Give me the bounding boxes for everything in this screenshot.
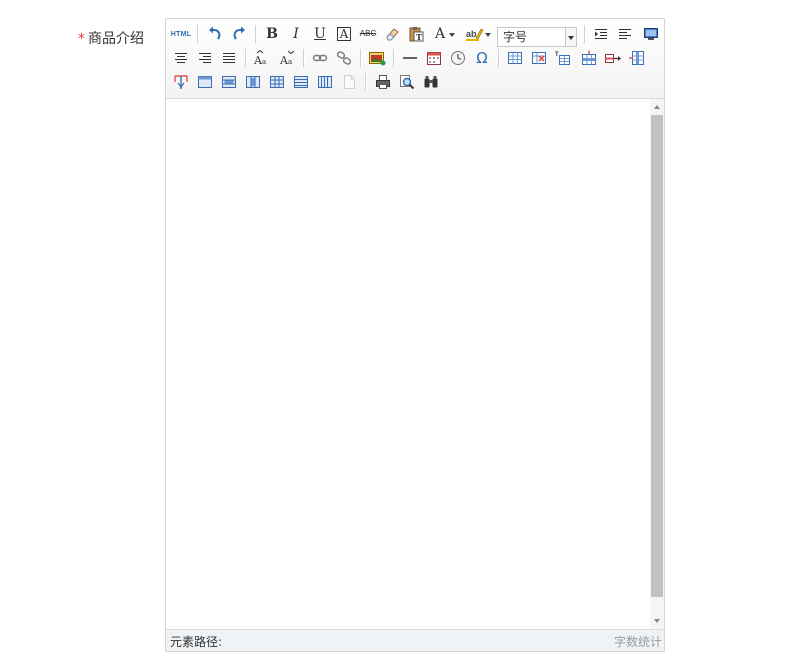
toolbar-row-1: HTML B I U A ABC T A ab 字号 — [166, 22, 664, 47]
svg-text:T: T — [555, 52, 559, 58]
field-label: * 商品介绍 — [78, 28, 144, 48]
align-center-icon[interactable] — [170, 47, 192, 69]
rich-text-editor: HTML B I U A ABC T A ab 字号 A a A a Ω T 元… — [165, 18, 665, 652]
print-icon[interactable] — [372, 71, 394, 93]
eraser-icon[interactable] — [381, 23, 403, 45]
font-size-value: 字号 — [503, 30, 528, 44]
font-size-dropdown-icon[interactable] — [565, 28, 576, 46]
svg-text:a: a — [288, 58, 292, 66]
find-binoculars-icon[interactable] — [420, 71, 442, 93]
font-color-glyph: A — [434, 26, 446, 42]
split-cells-icon[interactable] — [170, 71, 192, 93]
merge-cells-icon[interactable] — [194, 71, 216, 93]
paste-text-icon[interactable]: T — [405, 23, 427, 45]
insert-caption-icon[interactable]: T — [552, 47, 574, 69]
toolbar-row-3 — [166, 70, 664, 94]
template-icon[interactable] — [338, 71, 360, 93]
svg-text:T: T — [416, 32, 422, 42]
bold-glyph: B — [266, 26, 278, 42]
insert-table-icon[interactable] — [504, 47, 526, 69]
insert-col-icon[interactable] — [626, 47, 648, 69]
scroll-thumb[interactable] — [651, 115, 663, 597]
svg-text:a: a — [262, 58, 266, 66]
redo-icon[interactable] — [228, 23, 250, 45]
svg-text:ab: ab — [466, 29, 477, 39]
unlink-icon[interactable] — [333, 47, 355, 69]
horizontal-rule-icon[interactable] — [399, 47, 421, 69]
font-color-icon[interactable]: A — [429, 23, 459, 45]
align-left-icon[interactable] — [614, 23, 636, 45]
time-icon[interactable] — [447, 47, 469, 69]
scroll-up-arrow-icon[interactable] — [654, 105, 660, 109]
align-right-icon[interactable] — [194, 47, 216, 69]
word-count: 字数统计 — [613, 635, 662, 649]
omega-glyph: Ω — [476, 49, 488, 67]
letter-case-upper-icon[interactable]: Aa — [250, 47, 272, 69]
undo-icon[interactable] — [204, 23, 226, 45]
delete-col-icon[interactable] — [314, 71, 336, 93]
merge-right-icon[interactable] — [218, 71, 240, 93]
merge-down-icon[interactable] — [242, 71, 264, 93]
html-source-icon[interactable]: HTML — [170, 23, 192, 45]
align-justify-icon[interactable] — [218, 47, 240, 69]
split-to-cols-icon[interactable] — [290, 71, 312, 93]
background-color-icon[interactable]: ab — [463, 23, 495, 45]
special-chars-icon[interactable]: Ω — [471, 47, 493, 69]
editor-scrollbar[interactable] — [650, 99, 664, 629]
field-label-text: 商品介绍 — [88, 31, 144, 47]
italic-glyph: I — [293, 26, 299, 42]
italic-icon[interactable]: I — [285, 23, 307, 45]
letter-case-lower-icon[interactable]: Aa — [276, 47, 298, 69]
html-source-label: HTML — [170, 30, 192, 38]
editor-statusbar: 元素路径: 字数统计 — [166, 629, 664, 651]
font-border-glyph: A — [336, 27, 352, 41]
strikethrough-icon[interactable]: ABC — [357, 23, 379, 45]
date-icon[interactable] — [423, 47, 445, 69]
font-border-icon[interactable]: A — [333, 23, 355, 45]
preview-icon[interactable] — [640, 23, 662, 45]
strike-glyph: ABC — [359, 29, 377, 38]
element-path: 元素路径: — [170, 635, 223, 649]
scroll-down-arrow-icon[interactable] — [654, 619, 660, 623]
insert-row-icon[interactable] — [578, 47, 600, 69]
font-size-select[interactable]: 字号 — [497, 27, 577, 47]
editor-toolbar: HTML B I U A ABC T A ab 字号 A a A a Ω T — [166, 19, 664, 99]
insert-image-icon[interactable] — [366, 47, 388, 69]
bold-icon[interactable]: B — [261, 23, 283, 45]
link-icon[interactable] — [309, 47, 331, 69]
underline-icon[interactable]: U — [309, 23, 331, 45]
required-mark: * — [78, 31, 85, 47]
underline-glyph: U — [314, 26, 326, 42]
toolbar-row-2: Aa Aa Ω T — [166, 46, 664, 70]
split-to-rows-icon[interactable] — [266, 71, 288, 93]
indent-icon[interactable] — [590, 23, 612, 45]
delete-table-icon[interactable] — [528, 47, 550, 69]
delete-row-icon[interactable] — [602, 47, 624, 69]
search-replace-icon[interactable] — [396, 71, 418, 93]
editor-content-area[interactable] — [166, 99, 650, 629]
